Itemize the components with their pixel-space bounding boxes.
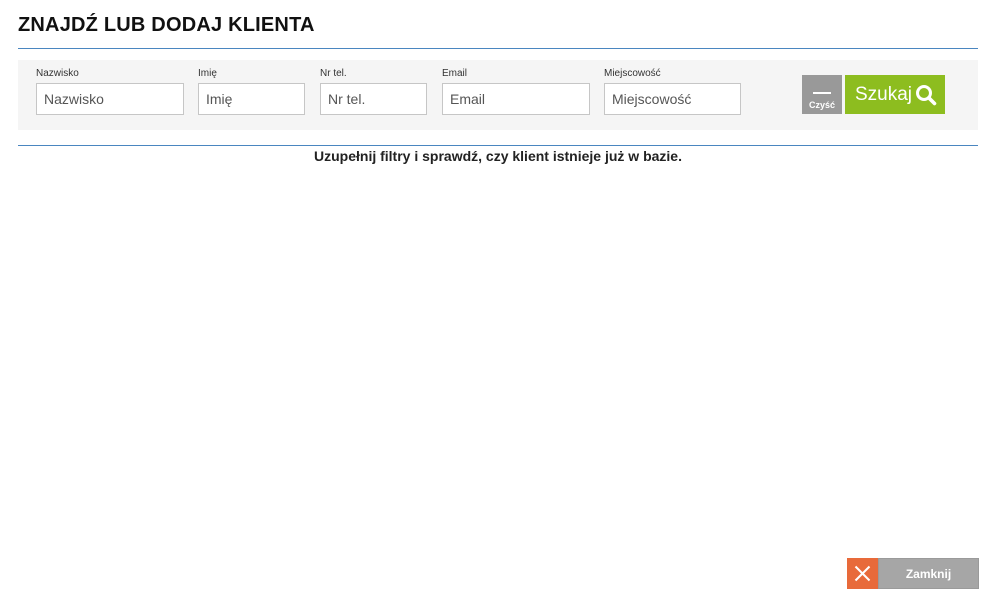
search-button-label: Szukaj bbox=[855, 84, 913, 105]
imie-input[interactable] bbox=[198, 83, 305, 115]
search-button[interactable]: Szukaj bbox=[845, 75, 945, 114]
nazwisko-label: Nazwisko bbox=[36, 68, 79, 79]
find-or-add-client-dialog: ZNAJDŹ LUB DODAJ KLIENTA Nazwisko Imię N… bbox=[0, 0, 991, 598]
phone-input[interactable] bbox=[320, 83, 427, 115]
filter-panel: Nazwisko Imię Nr tel. Email Miejscowość … bbox=[18, 60, 978, 130]
imie-label: Imię bbox=[198, 68, 217, 79]
email-label: Email bbox=[442, 68, 468, 79]
close-button-body: Zamknij bbox=[878, 558, 979, 589]
close-icon bbox=[847, 558, 878, 589]
nazwisko-input[interactable] bbox=[36, 83, 184, 115]
close-button-label: Zamknij bbox=[905, 567, 952, 581]
field-email: Email bbox=[442, 69, 590, 115]
empty-state-message: Uzupełnij filtry i sprawdź, czy klient i… bbox=[314, 148, 682, 164]
field-imie: Imię bbox=[198, 69, 305, 115]
city-label: Miejscowość bbox=[604, 68, 661, 79]
field-city: Miejscowość bbox=[604, 69, 741, 115]
results-divider bbox=[18, 145, 978, 146]
email-input[interactable] bbox=[442, 83, 590, 115]
page-title: ZNAJDŹ LUB DODAJ KLIENTA bbox=[18, 14, 315, 36]
clear-button[interactable]: Czyść bbox=[802, 75, 842, 114]
field-phone: Nr tel. bbox=[320, 69, 427, 115]
search-icon bbox=[915, 84, 937, 106]
city-input[interactable] bbox=[604, 83, 741, 115]
title-divider bbox=[18, 48, 978, 49]
minus-icon bbox=[813, 92, 831, 94]
close-button[interactable]: Zamknij bbox=[847, 558, 979, 589]
field-nazwisko: Nazwisko bbox=[36, 69, 184, 115]
phone-label: Nr tel. bbox=[320, 68, 347, 79]
clear-button-label: Czyść bbox=[808, 100, 835, 110]
